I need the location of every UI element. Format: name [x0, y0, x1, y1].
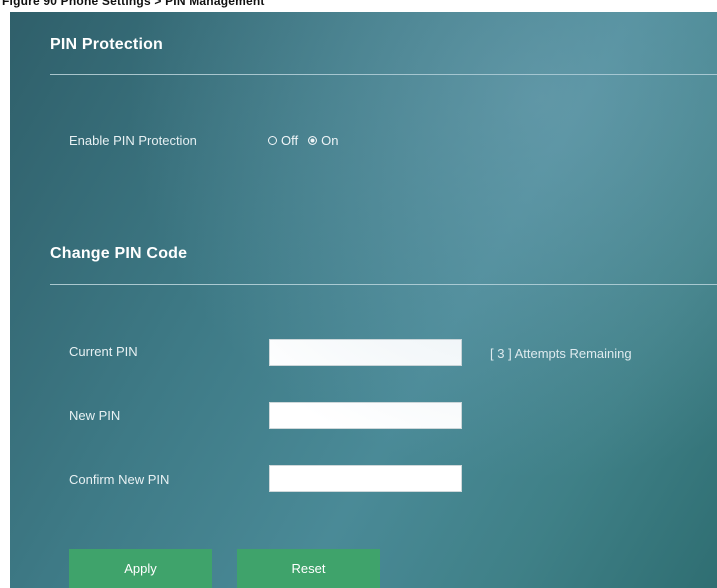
figure-caption-text: Figure 90 Phone Settings > PIN Managemen…	[2, 0, 265, 8]
radio-off-circle-icon[interactable]	[268, 136, 277, 145]
current-pin-label: Current PIN	[69, 344, 138, 359]
pin-protection-title: PIN Protection	[50, 36, 164, 53]
radio-on-label: On	[321, 133, 339, 148]
change-pin-code-title: Change PIN Code	[50, 245, 188, 262]
pin-management-panel: PIN Protection Enable PIN Protection Off…	[10, 12, 717, 588]
radio-on[interactable]: On	[308, 133, 338, 148]
attempts-remaining-text: [ 3 ] Attempts Remaining	[490, 346, 632, 361]
radio-off[interactable]: Off	[268, 133, 298, 148]
pin-protection-radio-group: Off On	[268, 133, 338, 148]
confirm-new-pin-label: Confirm New PIN	[69, 472, 170, 487]
apply-button[interactable]: Apply	[69, 549, 212, 588]
current-pin-input[interactable]	[269, 339, 462, 366]
new-pin-input[interactable]	[269, 402, 462, 429]
reset-button[interactable]: Reset	[237, 549, 380, 588]
enable-pin-protection-label: Enable PIN Protection	[69, 133, 197, 148]
radio-off-label: Off	[281, 133, 299, 148]
pin-protection-divider	[50, 74, 717, 75]
change-pin-divider	[50, 284, 717, 285]
confirm-new-pin-input[interactable]	[269, 465, 462, 492]
new-pin-label: New PIN	[69, 408, 121, 423]
radio-on-circle-icon[interactable]	[308, 136, 318, 145]
